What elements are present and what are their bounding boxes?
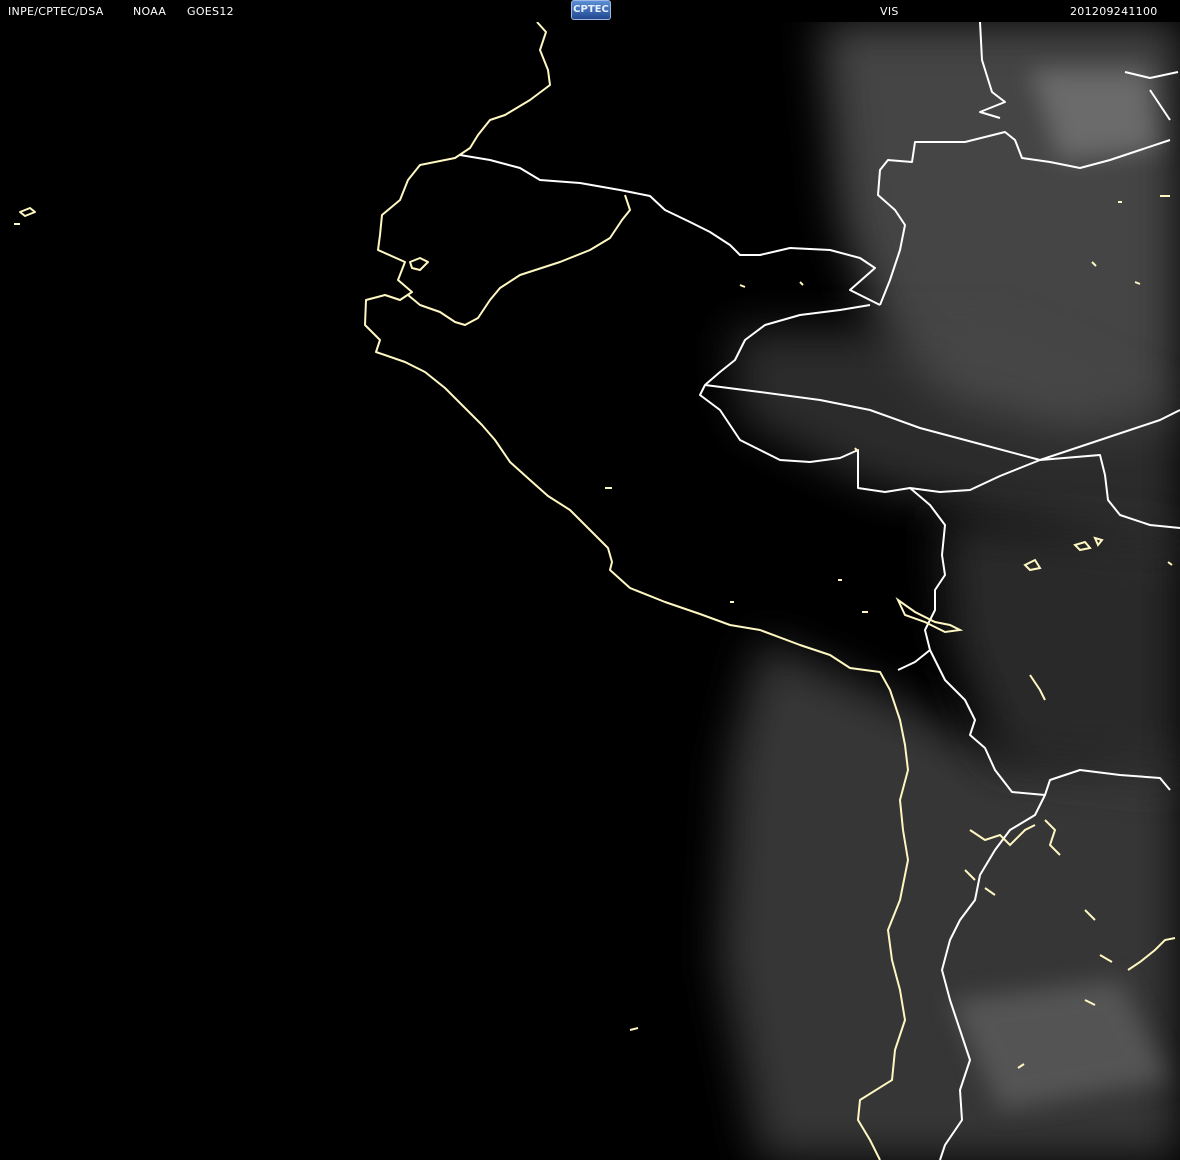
border-colombia-south	[459, 154, 881, 306]
coastline-gulf-guayaquil	[407, 194, 631, 326]
border-bolivia-west	[897, 487, 946, 671]
coastline-galapagos	[14, 207, 36, 225]
agency-label: INPE/CPTEC/DSA	[8, 5, 104, 18]
image-header: INPE/CPTEC/DSA NOAA GOES12 CPTEC VIS 201…	[0, 0, 1180, 22]
satellite-map	[14, 22, 1180, 1160]
channel-label: VIS	[880, 5, 899, 18]
cptec-logo: CPTEC	[571, 0, 611, 20]
source-label: NOAA	[133, 5, 167, 18]
satellite-label: GOES12	[187, 5, 234, 18]
logo-text: CPTEC	[573, 4, 609, 15]
coastline-island-1	[409, 257, 429, 271]
timestamp-label: 201209241100	[1070, 5, 1158, 18]
cloud-layer	[720, 22, 1180, 1160]
